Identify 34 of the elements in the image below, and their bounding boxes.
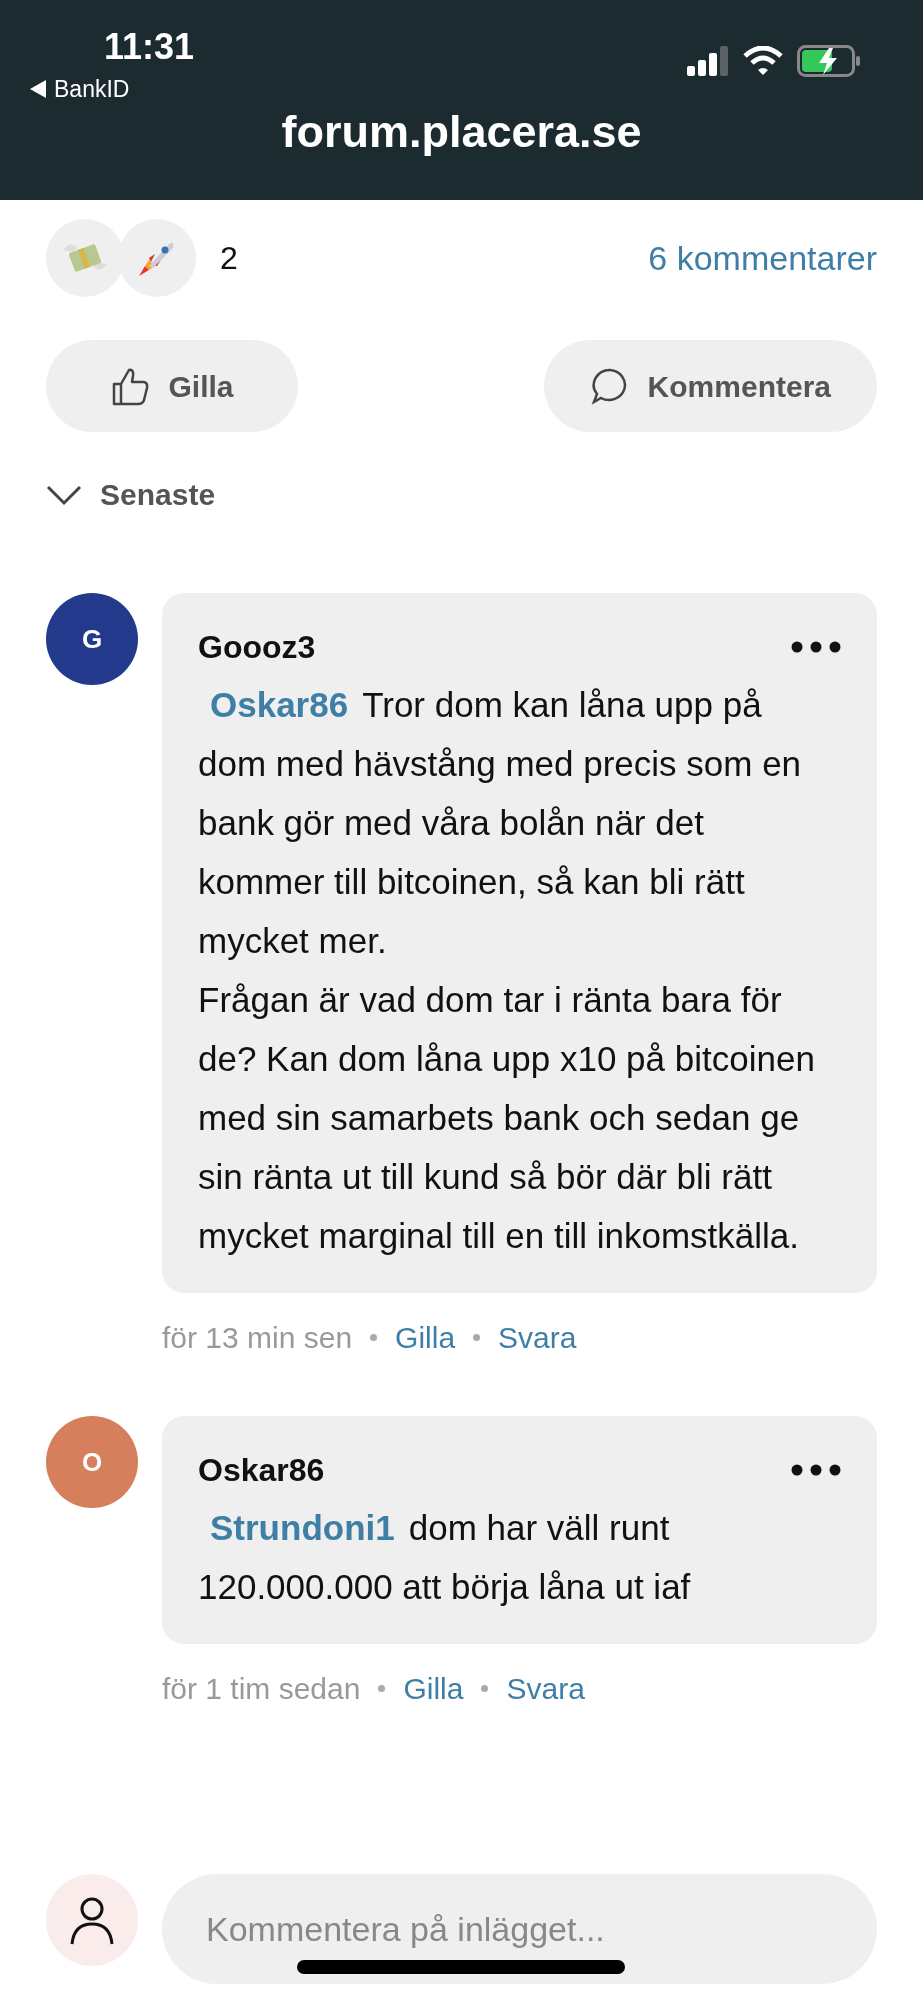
status-time: 11:31 bbox=[104, 25, 195, 69]
back-triangle-icon bbox=[30, 80, 46, 99]
author-name: Oskar86 bbox=[198, 1451, 325, 1490]
separator-dot bbox=[370, 1334, 378, 1341]
separator-dot bbox=[481, 1685, 489, 1692]
comment-text: Oskar86 Tror dom kan låna upp på dom med hävstång med precis som en bank gör med våra bolån när det kommer till bitcoinen, så kan bli rätt mycket mer. Frågan är vad dom tar i ränta bara för de? Kan dom låna upp x10 på bitcoinen med sin samarbets bank och sedan ge sin ränta ut till kund så bör där bli rätt mycket marginal till en till inkomstkälla. bbox=[198, 684, 816, 1257]
reply-link[interactable]: Svara bbox=[498, 1315, 577, 1360]
reply-link[interactable]: Svara bbox=[506, 1666, 585, 1711]
comment-text: Strundoni1 dom har väll runt 120.000.000 att börja låna ut iaf bbox=[198, 1507, 692, 1608]
like-button[interactable]: Gilla bbox=[46, 340, 298, 432]
back-link[interactable]: BankID bbox=[30, 72, 130, 107]
thumbs-up-icon bbox=[110, 366, 151, 406]
battery-charging-icon bbox=[797, 45, 861, 77]
comment-button[interactable]: Kommentera bbox=[543, 340, 877, 432]
mention-link[interactable]: Strundoni1 bbox=[210, 1508, 395, 1547]
reaction-count: 2 bbox=[220, 239, 238, 278]
sort-toggle[interactable]: Senaste bbox=[46, 472, 216, 517]
comments-link[interactable]: 6 kommentarer bbox=[648, 232, 877, 284]
more-options-icon[interactable] bbox=[791, 1464, 841, 1476]
separator-dot bbox=[473, 1334, 481, 1341]
wifi-icon bbox=[743, 46, 783, 76]
like-link[interactable]: Gilla bbox=[395, 1315, 456, 1360]
signal-icon bbox=[687, 46, 729, 76]
avatar: O bbox=[46, 1416, 138, 1508]
avatar: G bbox=[46, 593, 138, 685]
mention-link[interactable]: Oskar86 bbox=[210, 685, 349, 724]
comment-time: för 1 tim sedan bbox=[162, 1671, 361, 1707]
url-title: forum.placera.se bbox=[280, 105, 643, 159]
author-name: Goooz3 bbox=[198, 628, 316, 667]
comment-time: för 13 min sen bbox=[162, 1320, 353, 1356]
separator-dot bbox=[378, 1685, 386, 1692]
like-link[interactable]: Gilla bbox=[403, 1666, 464, 1711]
comment-input[interactable]: Kommentera på inlägget... bbox=[162, 1874, 877, 1984]
more-options-icon[interactable] bbox=[791, 641, 841, 653]
